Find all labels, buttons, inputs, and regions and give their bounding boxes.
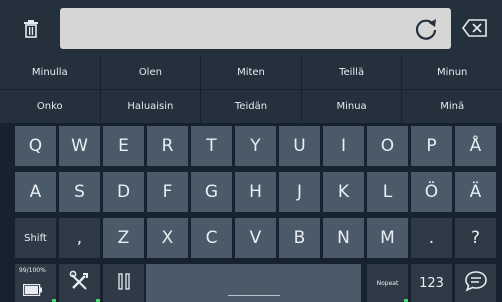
battery-key[interactable]: 99/100% [15,264,56,302]
suggestion-row-1: Minulla Olen Miten Teillä Minun [0,56,502,89]
key-i[interactable]: I [323,126,364,166]
key-x[interactable]: X [147,218,188,258]
suggestion-item[interactable]: Olen [100,56,201,89]
suggestion-item[interactable]: Minä [402,90,502,123]
battery-label: 99/100% [19,267,46,274]
key-p[interactable]: P [411,126,452,166]
suggestion-item[interactable]: Teidän [201,90,301,123]
key-a-umlaut[interactable]: Ä [455,172,496,212]
nopeat-key[interactable]: Nopeat [367,264,408,302]
backspace-icon[interactable] [460,17,490,39]
chat-icon [464,270,488,297]
suggestion-item[interactable]: Minua [301,90,402,123]
key-l[interactable]: L [367,172,408,212]
key-row-2: A S D F G H J K L Ö Ä [0,172,502,212]
numbers-key[interactable]: 123 [411,264,452,302]
key-d[interactable]: D [103,172,144,212]
key-w[interactable]: W [59,126,100,166]
key-n[interactable]: N [323,218,364,258]
key-r[interactable]: R [147,126,188,166]
key-y[interactable]: Y [235,126,276,166]
key-row-3: Shift , Z X C V B N M . ? [0,218,502,258]
key-row-1: Q W E R T Y U I O P Å [0,126,502,166]
chat-key[interactable] [455,264,496,302]
shift-key-label: Shift [24,232,47,244]
key-z[interactable]: Z [103,218,144,258]
key-period[interactable]: . [411,218,452,258]
suggestion-row-2: Onko Haluaisin Teidän Minua Minä [0,90,502,123]
key-v[interactable]: V [235,218,276,258]
key-f[interactable]: F [147,172,188,212]
key-t[interactable]: T [191,126,232,166]
refresh-icon[interactable] [412,16,440,42]
pause-key[interactable] [103,264,144,302]
shift-key[interactable]: Shift [15,218,56,258]
numbers-label: 123 [419,275,444,291]
suggestion-item[interactable]: Teillä [301,56,402,89]
suggestion-item[interactable]: Haluaisin [100,90,201,123]
key-o-umlaut[interactable]: Ö [411,172,452,212]
key-g[interactable]: G [191,172,232,212]
key-a[interactable]: A [15,172,56,212]
key-m[interactable]: M [367,218,408,258]
key-j[interactable]: J [279,172,320,212]
space-bar-line [228,295,280,296]
tools-icon [69,270,91,297]
suggestion-item[interactable]: Minun [402,56,502,89]
battery-icon [23,281,43,301]
key-u[interactable]: U [279,126,320,166]
key-k[interactable]: K [323,172,364,212]
trash-icon[interactable] [20,18,42,40]
keyboard: Minulla Olen Miten Teillä Minun Onko Hal… [0,0,502,302]
pause-icon [117,272,131,295]
key-q[interactable]: Q [15,126,56,166]
key-s[interactable]: S [59,172,100,212]
key-h[interactable]: H [235,172,276,212]
key-question[interactable]: ? [455,218,496,258]
key-b[interactable]: B [279,218,320,258]
suggestion-item[interactable]: Onko [0,90,100,123]
suggestion-item[interactable]: Miten [201,56,301,89]
nopeat-label: Nopeat [376,279,399,287]
top-bar [0,0,502,56]
text-input[interactable] [60,8,451,49]
key-a-ring[interactable]: Å [455,126,496,166]
suggestion-item[interactable]: Minulla [0,56,100,89]
key-e[interactable]: E [103,126,144,166]
space-bar[interactable] [146,264,361,302]
key-comma[interactable]: , [59,218,100,258]
key-c[interactable]: C [191,218,232,258]
key-o[interactable]: O [367,126,408,166]
tools-key[interactable] [59,264,100,302]
